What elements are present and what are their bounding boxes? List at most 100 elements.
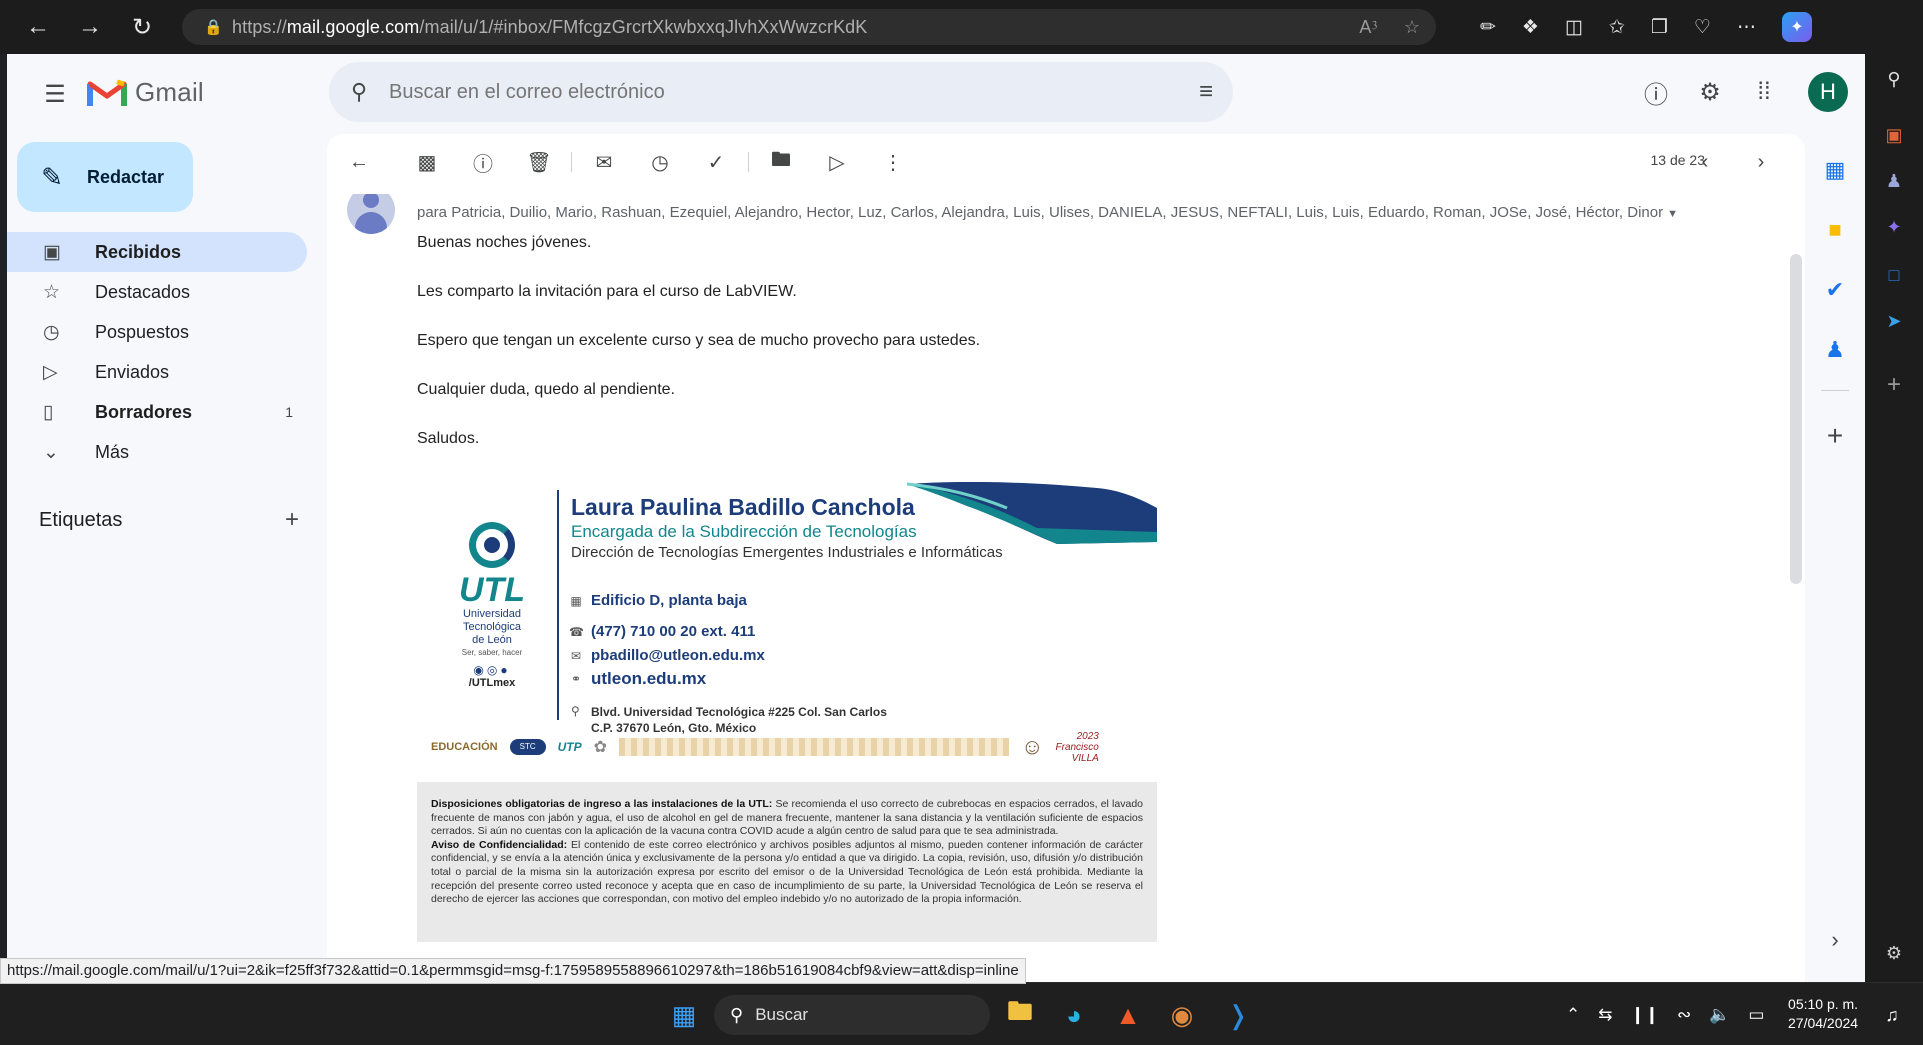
add-sidebar-app-icon[interactable]: + <box>1879 370 1909 400</box>
signature-disclaimer: Disposiciones obligatorias de ingreso a … <box>417 782 1157 942</box>
edge-browser-icon[interactable]: ◕ <box>1054 995 1094 1035</box>
nav-item-snoozed[interactable]: ◷ Pospuestos <box>7 312 307 352</box>
folder-nav: ▣ Recibidos ☆ Destacados ◷ Pospuestos ▷ … <box>7 232 307 472</box>
recipients-text: para Patricia, Duilio, Mario, Rashuan, E… <box>417 204 1664 221</box>
split-screen-icon[interactable]: ◫ <box>1565 16 1583 39</box>
file-explorer-icon[interactable]: 🖿 <box>1000 995 1040 1035</box>
keep-icon[interactable]: ■ <box>1815 210 1855 250</box>
send-icon: ▷ <box>43 361 58 383</box>
favorite-star-icon[interactable]: ☆ <box>1404 17 1420 38</box>
caret-down-icon[interactable]: ▼ <box>1667 208 1678 220</box>
label-icon[interactable]: ▷ <box>813 142 861 182</box>
utl-tagline: Ser, saber, hacer <box>461 648 523 657</box>
extensions-icon[interactable]: ❖ <box>1522 16 1539 39</box>
compose-button[interactable]: ✎ Redactar <box>17 142 193 212</box>
forward-icon[interactable]: → <box>64 0 116 54</box>
clock-time: 05:10 p. m. <box>1788 996 1859 1012</box>
mail-icon: ✉ <box>570 648 582 663</box>
read-aloud-icon[interactable]: A⁳ <box>1359 16 1377 39</box>
search-options-icon[interactable]: ≡ <box>1199 78 1213 106</box>
add-label-icon[interactable]: + <box>285 506 299 534</box>
sidebar-search-icon[interactable]: ⚲ <box>1879 64 1909 94</box>
move-to-icon[interactable]: 🖿 <box>757 142 805 182</box>
collections-icon[interactable]: ❐ <box>1651 16 1668 39</box>
nav-item-label: Destacados <box>95 281 191 302</box>
copilot-icon[interactable]: ✦ <box>1781 12 1812 42</box>
favorites-icon[interactable]: ✩ <box>1609 16 1625 39</box>
system-tray: ⌃ ⇆ ❙❙ ∾ 🔈 ▭ <box>1566 983 1764 1045</box>
search-bar[interactable]: ⚲ ≡ <box>329 62 1233 122</box>
tools-icon[interactable]: ▣ <box>1879 120 1909 150</box>
sidebar-settings-icon[interactable]: ⚙ <box>1879 938 1909 968</box>
sender-avatar[interactable] <box>347 194 395 234</box>
utl-wordmark: UTL <box>458 571 526 609</box>
snooze-icon[interactable]: ◷ <box>636 142 684 182</box>
brave-browser-icon[interactable]: ▲ <box>1108 995 1148 1035</box>
mark-unread-icon[interactable]: ✉ <box>580 142 628 182</box>
add-task-icon[interactable]: ✓ <box>692 142 740 182</box>
older-chevron-right-icon[interactable]: › <box>1737 142 1785 182</box>
search-icon[interactable]: ⚲ <box>329 79 389 105</box>
utl-name-line: Universidad <box>462 608 522 620</box>
side-panel-divider <box>1821 390 1849 391</box>
nav-item-sent[interactable]: ▷ Enviados <box>7 352 307 392</box>
account-avatar[interactable]: H <box>1808 72 1848 112</box>
message-header: para Patricia, Duilio, Mario, Rashuan, E… <box>327 194 1777 238</box>
draft-icon: ▯ <box>43 401 54 423</box>
refresh-icon[interactable]: ↻ <box>116 0 168 54</box>
signature-email: ✉ pbadillo@utleon.edu.mx <box>570 647 765 664</box>
message-scrollbar[interactable] <box>1790 254 1802 584</box>
delete-icon[interactable]: 🗑 <box>515 142 563 182</box>
more-options-icon[interactable]: ⋯ <box>1737 16 1756 39</box>
eyedropper-icon[interactable]: ✏ <box>1480 16 1496 39</box>
body-paragraph: Espero que tengan un excelente curso y s… <box>417 332 981 349</box>
nav-item-inbox[interactable]: ▣ Recibidos <box>7 232 307 272</box>
taskbar-search[interactable]: ⚲ Buscar <box>714 995 990 1035</box>
gmail-wordmark: Gmail <box>135 76 204 107</box>
get-addons-plus-icon[interactable]: + <box>1815 416 1855 456</box>
games-icon[interactable]: ♟ <box>1879 166 1909 196</box>
address-bar[interactable]: 🔒 https://mail.google.com/mail/u/1/#inbo… <box>182 9 1436 45</box>
show-hidden-icons-chevron-icon[interactable]: ⌃ <box>1566 1005 1580 1025</box>
settings-gear-icon[interactable]: ⚙ <box>1694 76 1726 108</box>
recipients-line[interactable]: para Patricia, Duilio, Mario, Rashuan, E… <box>417 204 1678 221</box>
more-actions-icon[interactable]: ⋮ <box>869 142 917 182</box>
main-menu-icon[interactable]: ☰ <box>35 74 75 114</box>
nav-item-more[interactable]: ⌄ Más <box>7 432 307 472</box>
back-to-inbox-icon[interactable]: ← <box>335 142 383 182</box>
copilot-sidebar-icon[interactable]: ✦ <box>1879 212 1909 242</box>
vscode-icon[interactable]: ❭ <box>1218 995 1258 1035</box>
volume-icon[interactable]: 🔈 <box>1709 1005 1730 1025</box>
newer-chevron-left-icon[interactable]: ‹ <box>1681 142 1729 182</box>
pencil-icon: ✎ <box>41 161 63 192</box>
back-icon[interactable]: ← <box>12 0 64 54</box>
windows-start-icon[interactable]: ▦ <box>664 995 704 1035</box>
nav-item-drafts[interactable]: ▯ Borradores 1 <box>7 392 307 432</box>
taskbar-search-label: Buscar <box>755 1005 809 1024</box>
help-icon[interactable]: ⓘ <box>1640 76 1672 109</box>
search-input[interactable] <box>389 80 1089 104</box>
show-side-panel-chevron-icon[interactable]: › <box>1815 920 1855 960</box>
report-spam-icon[interactable]: ⓘ <box>459 142 507 182</box>
gmail-logo[interactable]: Gmail <box>87 76 204 108</box>
battery-icon[interactable]: ▭ <box>1748 1005 1764 1025</box>
apps-grid-icon[interactable]: ⁞⁞ <box>1748 76 1780 108</box>
tasks-icon[interactable]: ✔ <box>1815 270 1855 310</box>
network-toggle-icon[interactable]: ⇆ <box>1598 1005 1612 1025</box>
star-icon: ☆ <box>43 281 61 303</box>
signature-footer-logos: EDUCACIÓN STC UTP ✿ ☺ 2023 Francisco VILLA <box>431 731 1157 764</box>
body-paragraph: Buenas noches jóvenes. <box>417 234 592 251</box>
telegram-icon[interactable]: ➤ <box>1879 306 1909 336</box>
outlook-icon[interactable]: □ <box>1879 260 1909 290</box>
email-signature-image[interactable]: UTL Universidad Tecnológica de León Ser,… <box>417 482 1157 942</box>
audio-levels-icon[interactable]: ❙❙ <box>1631 1005 1660 1025</box>
notification-bell-icon[interactable]: ♫ <box>1872 995 1912 1035</box>
contacts-icon[interactable]: ♟ <box>1815 330 1855 370</box>
taskbar-clock[interactable]: 05:10 p. m. 27/04/2024 <box>1788 995 1858 1033</box>
browser-essentials-icon[interactable]: ♡ <box>1694 16 1711 39</box>
nav-item-starred[interactable]: ☆ Destacados <box>7 272 307 312</box>
archive-icon[interactable]: ▩ <box>403 142 451 182</box>
wifi-icon[interactable]: ∾ <box>1677 1005 1691 1025</box>
app-icon[interactable]: ◉ <box>1162 995 1202 1035</box>
calendar-icon[interactable]: ▦ <box>1815 150 1855 190</box>
